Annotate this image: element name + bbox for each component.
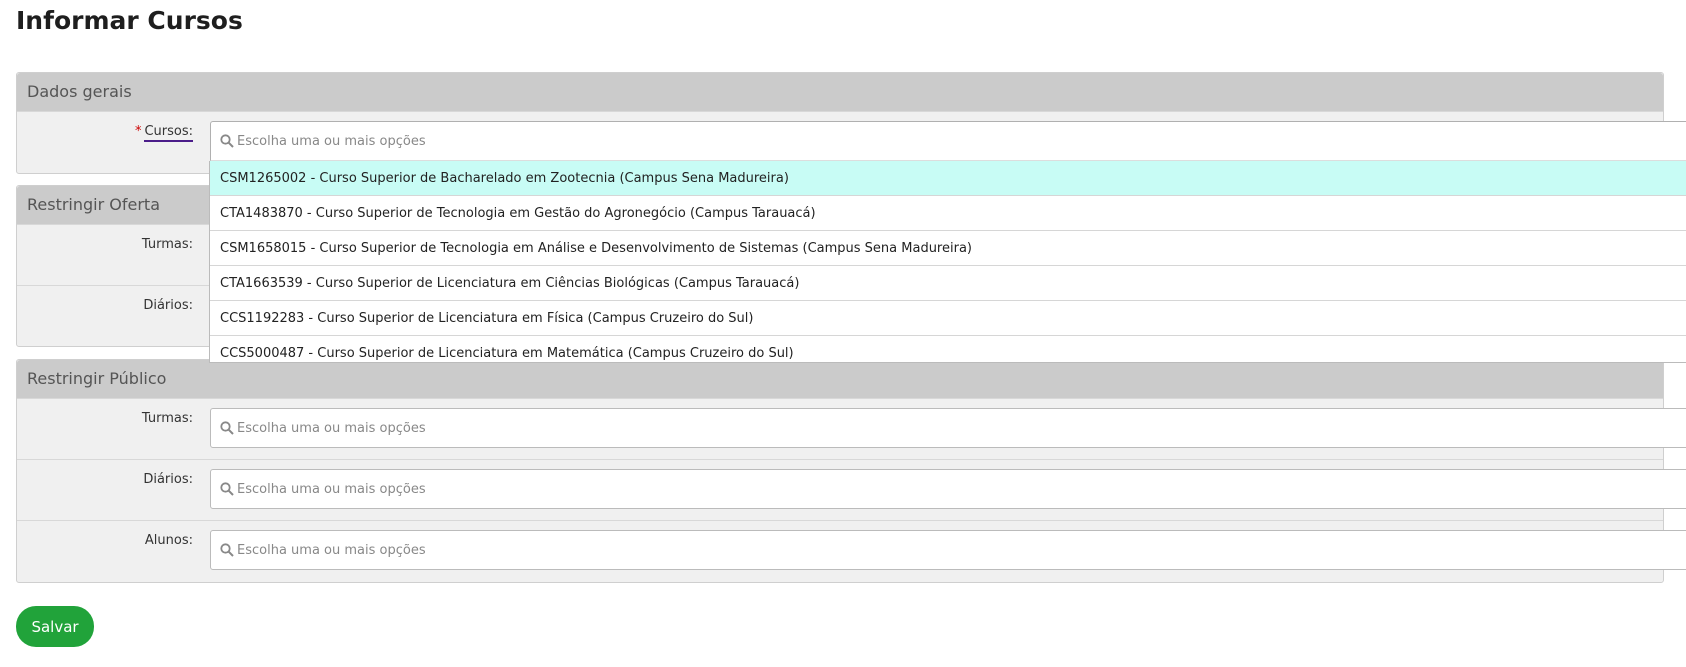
fieldset-restringir-publico: Restringir Público Turmas: Diários: Alun… [16,359,1686,583]
dropdown-option[interactable]: CCS5000487 - Curso Superior de Licenciat… [210,336,1686,362]
dropdown-option[interactable]: CSM1658015 - Curso Superior de Tecnologi… [210,231,1686,266]
cursos-select[interactable] [210,121,1686,161]
turmas-label: Turmas: [141,411,193,426]
fieldset-dados-gerais: Dados gerais * Cursos: [16,72,1686,174]
cursos-label-text: Cursos: [144,124,193,142]
search-icon [220,482,234,496]
required-marker: * [134,124,142,139]
dropdown-option[interactable]: CCS1192283 - Curso Superior de Licenciat… [210,301,1686,336]
turmas-label: Turmas: [141,237,193,252]
save-button[interactable]: Salvar [16,606,94,647]
alunos-search-input[interactable] [237,540,837,560]
fieldset-header: Dados gerais [17,73,1663,111]
cursos-search-input[interactable] [237,131,837,151]
diarios-select[interactable] [210,469,1686,509]
turmas-search-input[interactable] [237,418,837,438]
cursos-label: * Cursos: [134,124,193,142]
page-title: Informar Cursos [16,6,243,35]
form-row-diarios: Diários: [17,459,1686,520]
search-icon [220,421,234,435]
dropdown-option[interactable]: CTA1663539 - Curso Superior de Licenciat… [210,266,1686,301]
alunos-select[interactable] [210,530,1686,570]
search-icon [220,134,234,148]
diarios-label: Diários: [143,298,193,313]
dropdown-option[interactable]: CTA1483870 - Curso Superior de Tecnologi… [210,196,1686,231]
form-row-alunos: Alunos: [17,520,1686,581]
turmas-select[interactable] [210,408,1686,448]
diarios-search-input[interactable] [237,479,837,499]
form-row-turmas: Turmas: [17,398,1686,459]
search-icon [220,543,234,557]
alunos-label: Alunos: [144,533,193,548]
diarios-label: Diários: [143,472,193,487]
fieldset-header: Restringir Público [17,360,1663,398]
cursos-dropdown-list: CSM1265002 - Curso Superior de Bacharela… [209,161,1686,363]
dropdown-option[interactable]: CSM1265002 - Curso Superior de Bacharela… [210,161,1686,196]
